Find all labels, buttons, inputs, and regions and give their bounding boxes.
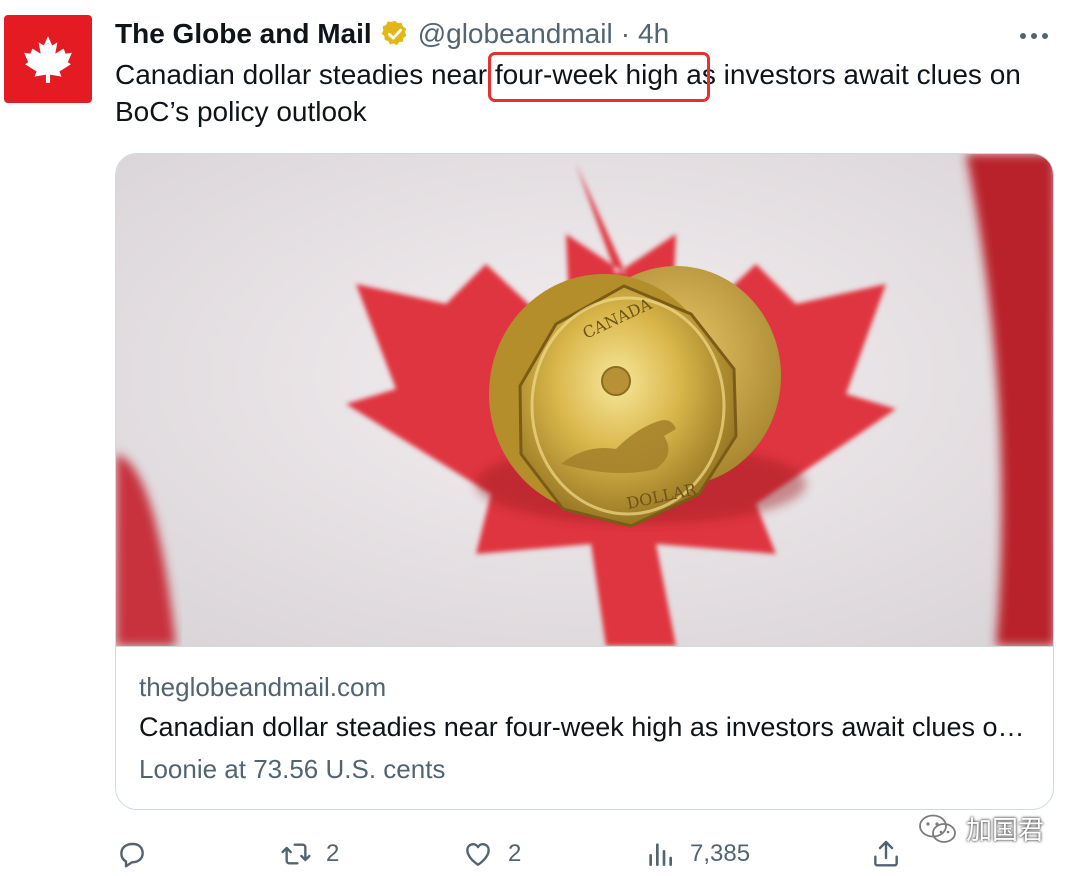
maple-leaf-icon: [24, 36, 72, 83]
heart-icon: [466, 843, 490, 866]
header-separator: ·: [620, 18, 631, 49]
card-domain[interactable]: theglobeandmail.com: [139, 672, 386, 703]
author-handle[interactable]: @globeandmail: [418, 18, 613, 50]
gold-verified-badge-icon: [380, 19, 410, 49]
author-display-name[interactable]: The Globe and Mail: [115, 18, 372, 50]
avatar[interactable]: [4, 15, 92, 103]
link-preview-card[interactable]: CANADA DOLLAR theglobeandmail.com Canadi…: [115, 153, 1054, 810]
card-title[interactable]: Canadian dollar steadies near four-week …: [139, 712, 1034, 743]
like-button[interactable]: 2: [462, 832, 521, 876]
share-icon: [874, 840, 898, 867]
views-button[interactable]: 7,385: [644, 832, 750, 876]
share-button[interactable]: [870, 832, 902, 876]
tweet-header: The Globe and Mail @globeandmail · 4h: [115, 14, 669, 54]
watermark-text: 加国君: [966, 815, 1045, 845]
tweet-text-highlight: four-week high: [494, 59, 679, 90]
wechat-icon: [919, 814, 956, 843]
reply-button[interactable]: [116, 832, 162, 876]
more-dots-icon: [1020, 33, 1048, 39]
like-count: 2: [508, 840, 522, 867]
retweet-button[interactable]: 2: [280, 832, 339, 876]
card-description: Loonie at 73.56 U.S. cents: [139, 754, 446, 784]
views-count: 7,385: [690, 840, 751, 867]
retweet-count: 2: [326, 840, 340, 867]
reply-icon: [120, 842, 144, 868]
tweet-timestamp[interactable]: 4h: [638, 18, 669, 50]
more-options-button[interactable]: [1016, 18, 1052, 54]
tweet-text: Canadian dollar steadies near four-week …: [115, 56, 1055, 130]
retweet-icon: [281, 843, 311, 865]
views-chart-icon: [649, 843, 672, 866]
coin-hole-mark: [601, 366, 631, 396]
card-image: CANADA DOLLAR: [116, 154, 1053, 646]
tweet-text-before: Canadian dollar steadies near: [115, 59, 495, 90]
watermark: 加国君: [918, 810, 1044, 847]
card-divider: [116, 646, 1053, 647]
